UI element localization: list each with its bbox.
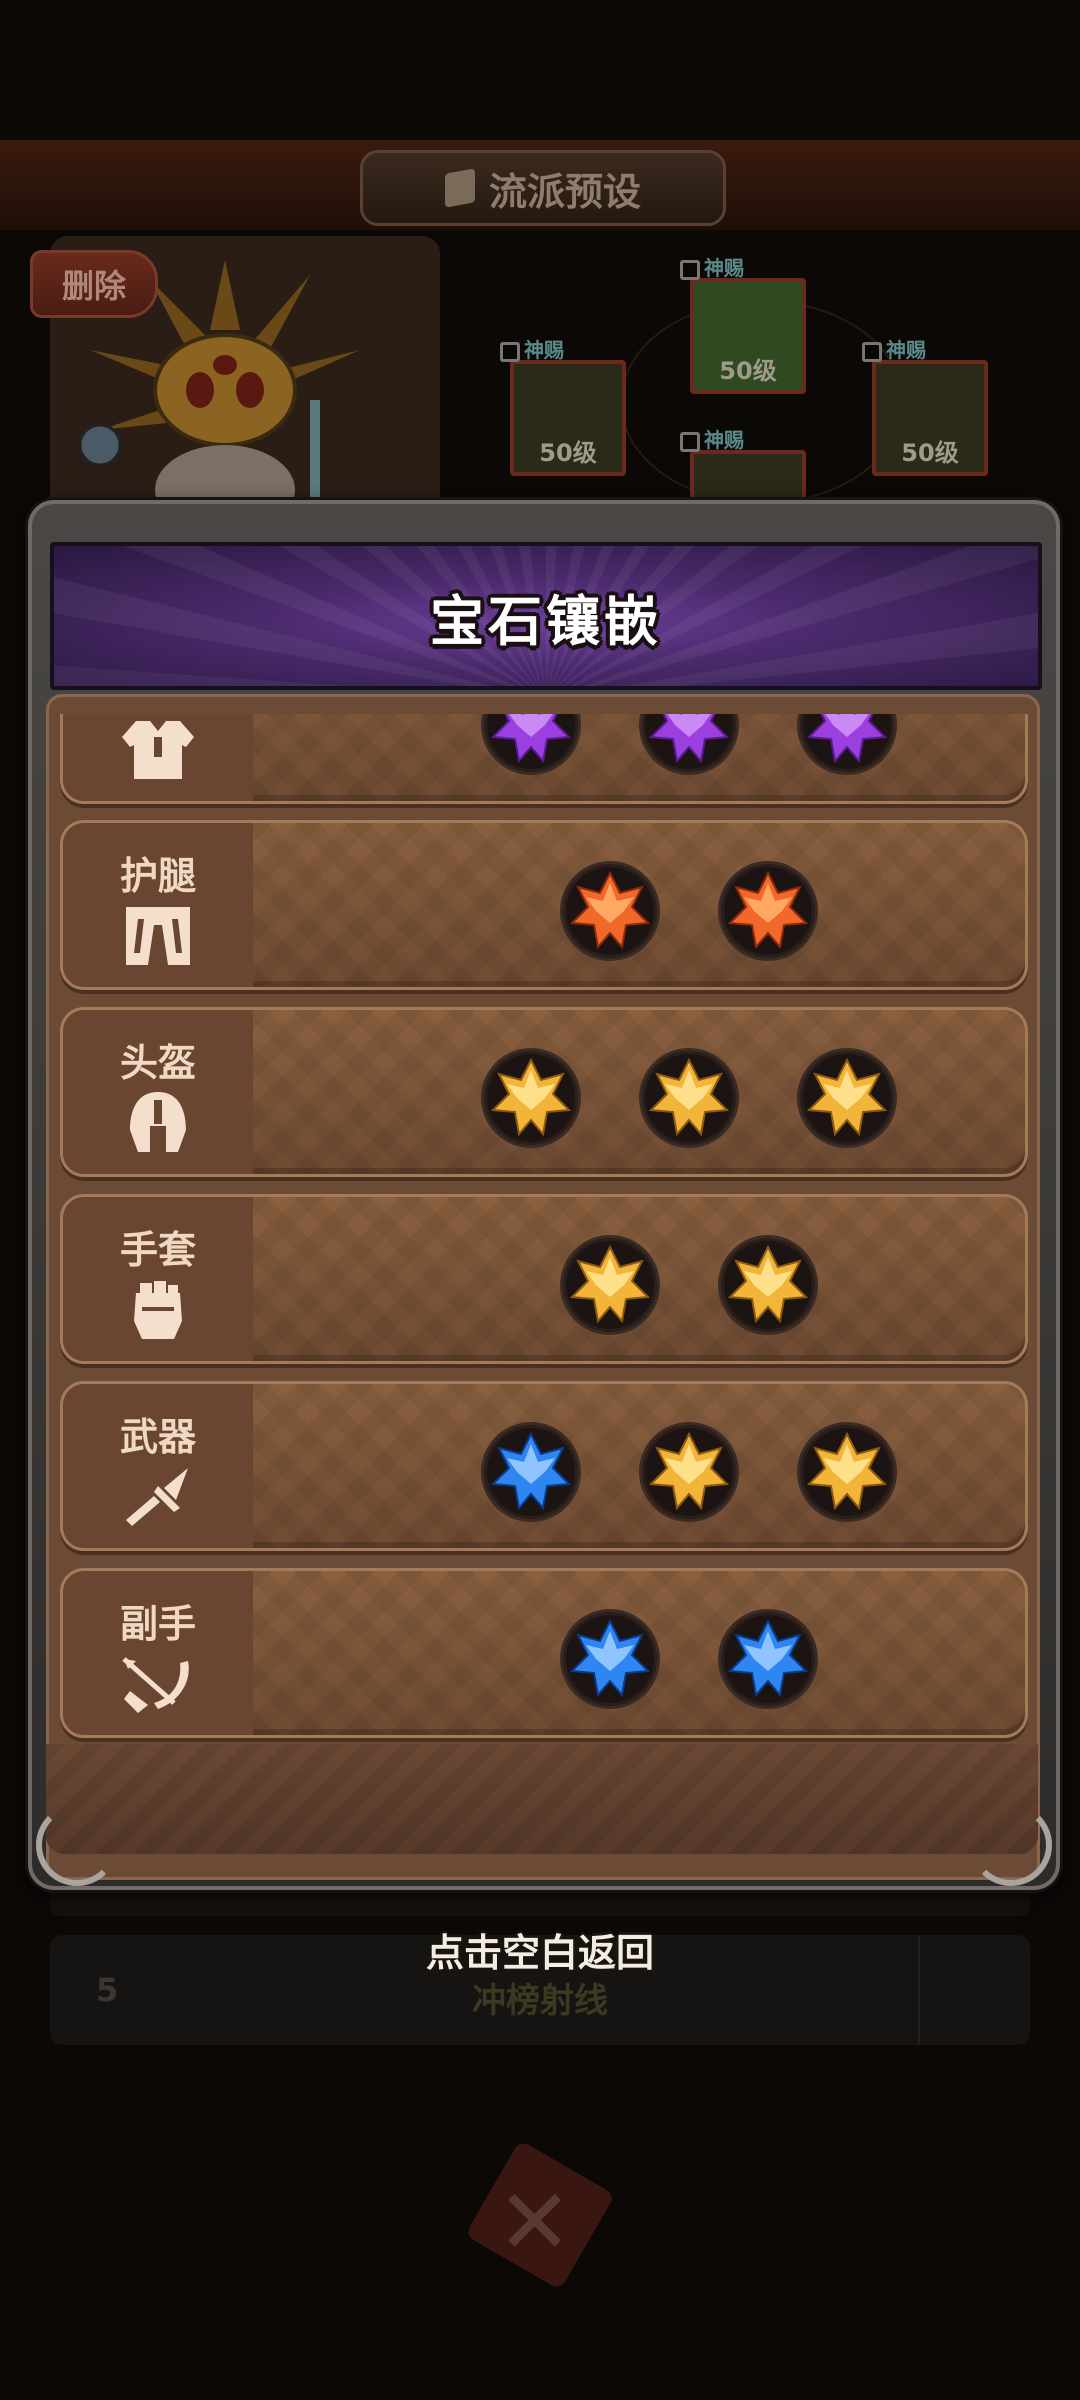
blue-gem-icon [491, 1432, 571, 1511]
gem-socket[interactable] [718, 1609, 818, 1709]
lock-icon [862, 341, 882, 362]
orange-gem-icon [728, 871, 808, 950]
gold-gem-icon [491, 1058, 571, 1137]
gold-gem-icon [807, 1058, 887, 1137]
gear-label: 手套 [119, 1228, 196, 1272]
gem-socket[interactable] [481, 714, 581, 775]
gear-label: 护腿 [119, 854, 196, 898]
gold-gem-icon [649, 1058, 729, 1137]
background-title-plate: 流派预设 [360, 150, 726, 226]
gem-socket[interactable] [797, 1422, 897, 1522]
dialog-title: 宝石镶嵌 [430, 589, 662, 653]
leg-guard-icon [126, 907, 190, 965]
gem-socket[interactable] [718, 1235, 818, 1335]
gem-socket[interactable] [797, 714, 897, 775]
gear-list[interactable]: 护腿 头盔 手套 武器 副手 [60, 714, 1028, 1744]
blue-gem-icon [570, 1619, 650, 1698]
gem-socket[interactable] [560, 1235, 660, 1335]
gear-label: 副手 [119, 1602, 196, 1646]
gear-row-helmet[interactable]: 头盔 [60, 1007, 1028, 1177]
gear-row-armor[interactable] [60, 714, 1028, 804]
orange-gem-icon [570, 871, 650, 950]
gear-row-glove[interactable]: 手套 [60, 1194, 1028, 1364]
gem-inlay-dialog: 宝石镶嵌 护腿 头盔 手套 武器 副手 [28, 500, 1060, 1890]
preset-name: 冲榜射线 [472, 1981, 608, 2021]
purple-gem-icon [491, 714, 571, 764]
gem-socket[interactable] [481, 1422, 581, 1522]
tap-blank-to-return-hint[interactable]: 点击空白返回 [0, 1922, 1080, 1977]
corner-ornament-left [36, 1804, 118, 1886]
lock-icon [500, 341, 520, 362]
corner-ornament-right [970, 1804, 1052, 1886]
gear-row-leg-guard[interactable]: 护腿 [60, 820, 1028, 990]
dialog-footer-band [46, 1744, 1038, 1854]
gem-socket[interactable] [481, 1048, 581, 1148]
lock-icon [680, 259, 700, 280]
gold-gem-icon [728, 1245, 808, 1324]
bow-icon [122, 1657, 189, 1713]
book-icon [444, 168, 475, 208]
gold-gem-icon [807, 1432, 887, 1511]
gem-socket[interactable] [718, 861, 818, 961]
glove-icon [134, 1281, 182, 1339]
armor-icon [122, 721, 194, 779]
gem-socket[interactable] [639, 714, 739, 775]
gear-label: 头盔 [119, 1041, 196, 1085]
gem-socket[interactable] [560, 1609, 660, 1709]
locked-slot: 神赐 50级 [862, 338, 988, 476]
gold-gem-icon [649, 1432, 729, 1511]
gem-socket[interactable] [639, 1422, 739, 1522]
background-title: 流派预设 [488, 169, 641, 214]
gear-row-off-hand[interactable]: 副手 [60, 1568, 1028, 1738]
helmet-icon [130, 1092, 186, 1152]
blue-gem-icon [728, 1619, 808, 1698]
purple-gem-icon [807, 714, 887, 764]
delete-label: 删除 [61, 267, 126, 305]
dialog-header: 宝石镶嵌 [50, 542, 1042, 690]
close-icon: ✕ [497, 2170, 573, 2275]
gold-gem-icon [570, 1245, 650, 1324]
gem-socket[interactable] [639, 1048, 739, 1148]
sword-icon [126, 1468, 188, 1526]
gear-label: 武器 [119, 1415, 196, 1459]
lock-icon [680, 431, 700, 452]
locked-slot: 神赐 50级 [500, 338, 626, 476]
purple-gem-icon [649, 714, 729, 764]
locked-slot: 神赐 50级 [680, 256, 806, 394]
gem-socket[interactable] [560, 861, 660, 961]
delete-button: 删除 [30, 250, 158, 318]
gem-socket[interactable] [797, 1048, 897, 1148]
gear-row-weapon[interactable]: 武器 [60, 1381, 1028, 1551]
